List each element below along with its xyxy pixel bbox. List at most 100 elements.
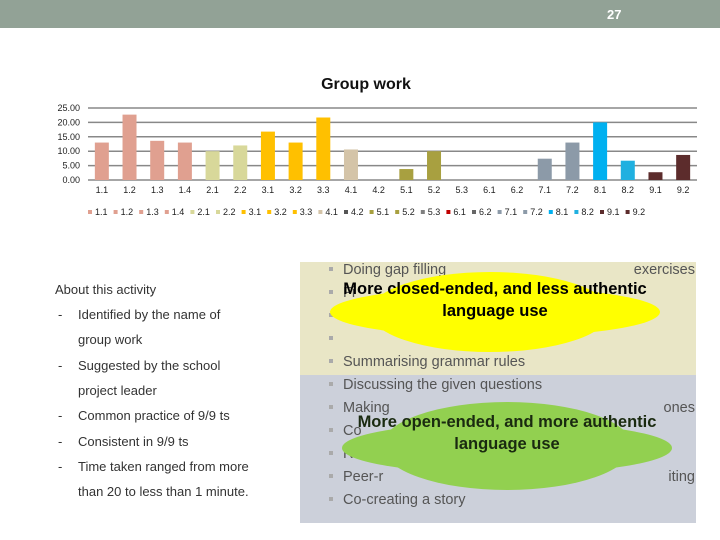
open-cloud-text: More open-ended, and more authentic lang… [357, 413, 657, 453]
bar-8.2 [620, 160, 635, 180]
legend-swatch [446, 210, 451, 214]
bar-5.1 [399, 169, 414, 180]
x-tick-label: 9.2 [677, 185, 690, 195]
bullet-icon [329, 382, 333, 386]
x-tick-label: 3.3 [317, 185, 330, 195]
dash-marker: - [58, 307, 63, 322]
closed-cloud-text: More closed-ended, and less authentic la… [343, 280, 647, 320]
y-tick-label: 10.00 [57, 146, 80, 156]
legend-swatch [472, 210, 476, 214]
legend-swatch [523, 210, 528, 214]
about-point-text: Suggested by the school [78, 357, 221, 373]
bullet-icon [329, 405, 333, 409]
activity-text: Discussing the given questions [343, 377, 543, 393]
about-point-text: Consistent in 9/9 ts [78, 433, 189, 449]
open-activity-item: Co-creating a story [329, 492, 466, 508]
legend-label: 9.2 [633, 207, 646, 217]
legend-label: 3.1 [249, 207, 262, 217]
bullet-icon [329, 428, 333, 432]
legend-swatch [113, 210, 118, 214]
legend-label: 1.4 [172, 207, 185, 217]
page-number: 27 [607, 7, 622, 22]
x-tick-label: 2.2 [234, 185, 247, 195]
activity-text-end: iting [668, 469, 695, 485]
bar-2.2 [233, 145, 248, 180]
legend-label: 1.3 [146, 207, 159, 217]
chart-title: Group work [321, 76, 411, 93]
legend-swatch [625, 210, 630, 214]
bar-3.3 [316, 117, 331, 180]
x-tick-label: 5.3 [455, 185, 468, 195]
legend-label: 2.1 [197, 207, 210, 217]
x-tick-label: 8.1 [594, 185, 607, 195]
legend-swatch [497, 210, 502, 214]
legend-label: 8.2 [581, 207, 594, 217]
closed-activity-item: Summarising grammar rules [329, 354, 526, 370]
open-activity-item: Discussing the given questions [329, 377, 543, 393]
x-tick-label: 1.4 [179, 185, 192, 195]
bar-8.1 [593, 122, 608, 180]
legend-swatch [88, 210, 92, 214]
bullet-icon [329, 267, 333, 271]
legend-swatch [139, 210, 144, 214]
activity-text: Summarising grammar rules [343, 354, 526, 370]
legend-label: 4.2 [351, 207, 364, 217]
open-ended-cloud: More open-ended, and more authentic lang… [342, 402, 672, 490]
legend-label: 6.2 [479, 207, 492, 217]
legend-label: 5.2 [402, 207, 415, 217]
x-tick-label: 6.1 [483, 185, 496, 195]
legend-swatch [318, 210, 323, 214]
y-tick-label: 20.00 [57, 117, 80, 127]
y-tick-label: 15.00 [57, 132, 80, 142]
about-point-text: than 20 to less than 1 minute. [78, 484, 249, 500]
legend-label: 7.1 [505, 207, 518, 217]
bullet-icon [329, 497, 333, 501]
x-tick-label: 8.2 [622, 185, 635, 195]
about-point-text: Common practice of 9/9 ts [78, 408, 230, 424]
about-point-text: Time taken ranged from more [78, 458, 249, 474]
bullet-icon [329, 451, 333, 455]
bar-1.2 [122, 114, 137, 180]
x-tick-label: 9.1 [649, 185, 662, 195]
x-tick-label: 5.2 [428, 185, 441, 195]
x-tick-label: 7.2 [566, 185, 579, 195]
dash-marker: - [58, 408, 63, 424]
legend-label: 2.2 [223, 207, 236, 217]
x-tick-label: 1.3 [151, 185, 164, 195]
legend-label: 6.1 [453, 207, 466, 217]
about-point-text: project leader [78, 382, 157, 398]
y-tick-label: 25.00 [57, 103, 80, 113]
bullet-icon [329, 359, 333, 363]
bullet-icon [329, 474, 333, 478]
about-point-text: Identified by the name of [78, 307, 221, 322]
y-tick-label: 0.00 [62, 175, 80, 185]
legend-swatch [395, 210, 400, 214]
y-tick-label: 5.00 [62, 161, 80, 171]
dash-marker: - [58, 357, 63, 373]
legend-swatch [190, 210, 195, 214]
legend-label: 8.1 [556, 207, 569, 217]
bar-1.1 [94, 142, 109, 180]
bar-3.2 [288, 142, 303, 180]
legend-swatch [420, 210, 425, 214]
legend-swatch [241, 210, 246, 214]
legend-swatch [548, 210, 553, 214]
legend-label: 4.1 [325, 207, 338, 217]
dash-marker: - [58, 433, 63, 449]
legend-label: 3.3 [300, 207, 313, 217]
legend-swatch [369, 210, 374, 214]
legend-label: 5.3 [428, 207, 441, 217]
legend-swatch [267, 210, 272, 214]
legend-label: 1.1 [95, 207, 108, 217]
legend-swatch [344, 210, 348, 214]
bar-9.2 [676, 154, 691, 180]
x-tick-label: 3.1 [262, 185, 275, 195]
x-tick-label: 4.1 [345, 185, 358, 195]
x-tick-label: 3.2 [289, 185, 302, 195]
x-tick-label: 2.1 [206, 185, 219, 195]
legend-swatch [600, 210, 604, 214]
legend-swatch [292, 210, 297, 214]
bar-5.2 [427, 151, 442, 180]
legend-label: 1.2 [121, 207, 134, 217]
legend-swatch [574, 210, 579, 214]
